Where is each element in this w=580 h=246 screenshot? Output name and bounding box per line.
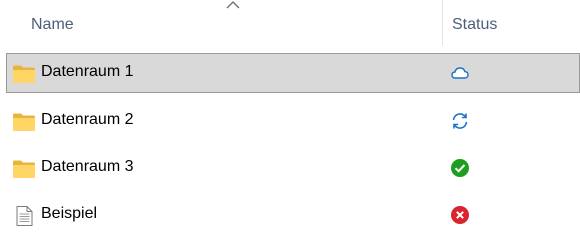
item-name: Datenraum 3 — [41, 158, 134, 175]
sync-icon — [452, 113, 468, 129]
document-icon — [16, 206, 33, 226]
list-item-datenraum-3[interactable]: Datenraum 3 — [6, 148, 580, 188]
folder-icon — [13, 65, 35, 83]
list-item-beispiel[interactable]: Beispiel — [6, 195, 580, 235]
column-divider[interactable] — [442, 0, 443, 46]
column-header-name[interactable]: Name — [31, 16, 74, 34]
check-icon — [451, 159, 469, 177]
list-item-datenraum-2[interactable]: Datenraum 2 — [6, 101, 580, 141]
item-name: Datenraum 2 — [41, 111, 134, 128]
folder-icon — [13, 113, 35, 131]
cloud-icon — [451, 67, 469, 79]
error-icon — [451, 206, 469, 224]
folder-icon — [13, 160, 35, 178]
item-name: Beispiel — [41, 205, 98, 222]
item-name: Datenraum 1 — [41, 63, 134, 80]
list-item-datenraum-1[interactable]: Datenraum 1 — [6, 53, 580, 93]
column-header-status[interactable]: Status — [452, 16, 497, 34]
file-list-header: Name Status — [0, 0, 580, 46]
sort-ascending-icon — [226, 1, 240, 9]
